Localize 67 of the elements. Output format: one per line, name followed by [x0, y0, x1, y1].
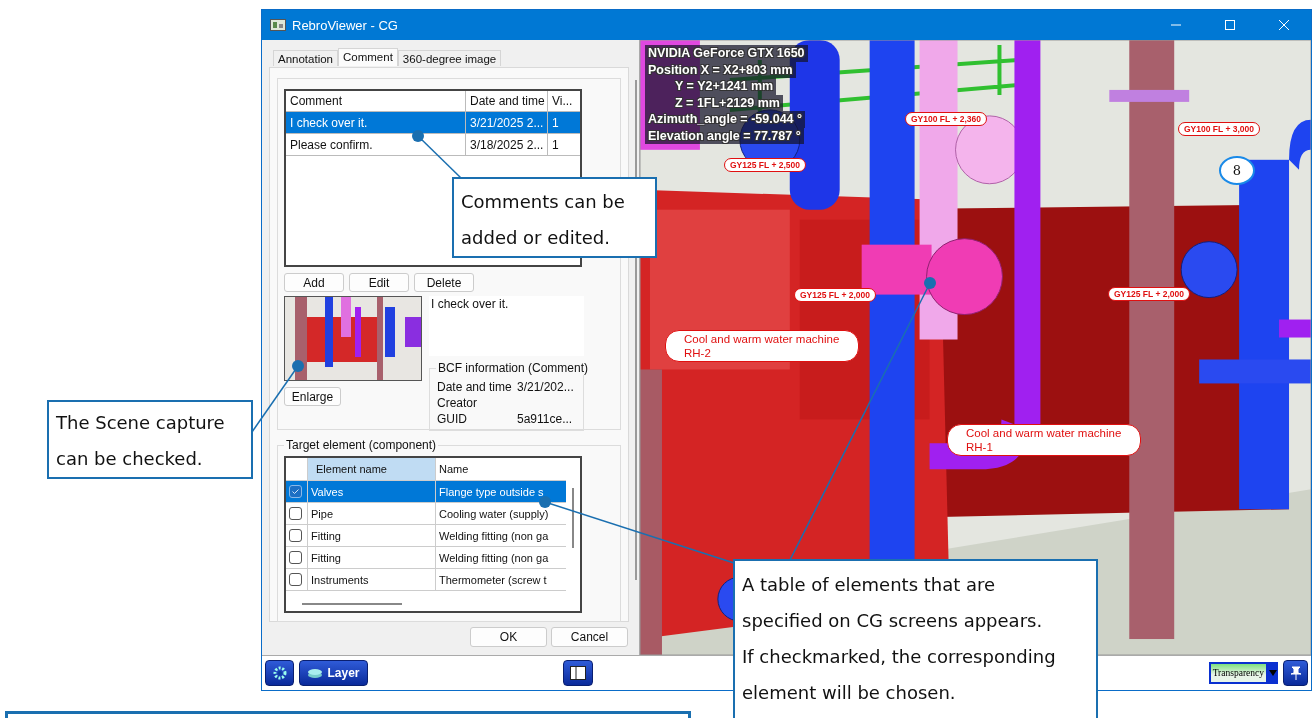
window-title: RebroViewer - CG: [292, 17, 398, 33]
callout-text: added or edited.: [461, 226, 612, 250]
field-value: 5a911ce...: [517, 412, 573, 426]
element-row[interactable]: Pipe Cooling water (supply): [286, 503, 566, 525]
table-cell-text: Thermometer (screw t: [438, 572, 548, 588]
element-row[interactable]: Fitting Welding fitting (non ga: [286, 547, 566, 569]
field-label: Creator: [437, 396, 478, 410]
column-header[interactable]: Comment: [286, 91, 466, 111]
column-header[interactable]: Date and time: [466, 91, 548, 111]
callout-text: The Scene capture: [56, 411, 226, 435]
dimension-tag[interactable]: GY100 FL + 2,360: [905, 112, 987, 126]
enlarge-button[interactable]: Enlarge: [284, 387, 341, 406]
equipment-label[interactable]: Cool and warm water machine RH-2: [665, 330, 859, 362]
comment-action-button[interactable]: Delete: [414, 273, 474, 292]
dimension-tag[interactable]: GY125 FL + 2,000: [794, 288, 876, 302]
table-cell: 3/21/2025 2...: [466, 112, 548, 133]
table-cell: Instruments: [308, 569, 436, 590]
camera-info-text: Y = Y2+1241 mm: [645, 78, 777, 95]
field-label: GUID: [437, 412, 468, 426]
table-cell-text: Welding fitting (non ga: [438, 528, 550, 544]
field-label: Date and time: [437, 380, 513, 394]
field-value: 3/21/202...: [517, 380, 574, 394]
tab[interactable]: 360-degree image: [397, 50, 502, 66]
group-title: BCF information (Comment): [436, 361, 591, 375]
transparency-dropdown[interactable]: Transparency: [1208, 662, 1268, 684]
dialog-button[interactable]: Cancel: [551, 627, 628, 647]
callout-text: can be checked.: [56, 447, 204, 471]
tab[interactable]: Comment: [338, 48, 398, 66]
table-cell-text: Flange type outside s: [438, 484, 545, 500]
callout-text: If checkmarked, the corresponding: [742, 645, 1057, 669]
callout-text: Comments can be: [461, 190, 626, 214]
column-header[interactable]: Name: [436, 458, 566, 480]
dimension-tag[interactable]: GY125 FL + 2,000: [1108, 287, 1190, 301]
table-cell: Fitting: [308, 547, 436, 568]
callout-text: specified on CG screens appears.: [742, 609, 1044, 633]
camera-info-text: Azimuth_angle = -59.044 °: [645, 111, 805, 128]
callout-text: element will be chosen.: [742, 681, 957, 705]
callout-text: A table of elements that are: [742, 573, 997, 597]
table-cell-text: Cooling water (supply): [438, 506, 550, 522]
dimension-tag[interactable]: GY100 FL + 3,000: [1178, 122, 1260, 136]
element-row[interactable]: Instruments Thermometer (screw t: [286, 569, 566, 591]
table-cell: Pipe: [308, 503, 436, 524]
tab[interactable]: Annotation: [273, 50, 338, 66]
equipment-label[interactable]: Cool and warm water machine RH-1: [947, 424, 1141, 456]
table-cell: Fitting: [308, 525, 436, 546]
table-cell-text: 1: [551, 136, 560, 154]
element-row[interactable]: Valves Flange type outside s: [286, 481, 566, 503]
equipment-name: Cool and warm water machine: [684, 332, 841, 346]
comment-action-button[interactable]: Edit: [349, 273, 409, 292]
equipment-code: RH-2: [684, 346, 712, 360]
column-header[interactable]: Element name: [308, 458, 436, 480]
group-title: Target element (component): [284, 438, 439, 452]
camera-info-text: NVIDIA GeForce GTX 1650: [645, 45, 808, 62]
dialog-button[interactable]: OK: [470, 627, 547, 647]
comment-row[interactable]: I check over it. 3/21/2025 2... 1: [286, 112, 580, 134]
table-cell: Valves: [308, 481, 436, 502]
table-cell-text: 1: [551, 114, 560, 132]
equipment-code: RH-1: [966, 440, 994, 454]
comment-action-button[interactable]: Add: [284, 273, 344, 292]
dimension-tag[interactable]: GY125 FL + 2,500: [724, 158, 806, 172]
table-cell-text: Welding fitting (non ga: [438, 550, 550, 566]
equipment-name: Cool and warm water machine: [966, 426, 1123, 440]
element-row[interactable]: Fitting Welding fitting (non ga: [286, 525, 566, 547]
layer-button[interactable]: Layer: [299, 660, 368, 686]
table-cell: 3/18/2025 2...: [466, 134, 548, 155]
column-header[interactable]: Vi...: [548, 91, 580, 111]
comment-text-field[interactable]: I check over it.: [429, 296, 584, 356]
